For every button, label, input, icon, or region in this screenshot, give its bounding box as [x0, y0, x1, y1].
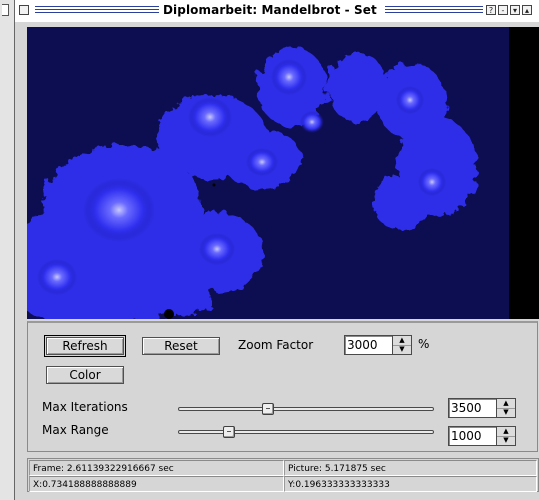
- minimize-icon[interactable]: -: [498, 5, 508, 15]
- zoom-factor-input[interactable]: 3000: [344, 335, 393, 355]
- max-iterations-input[interactable]: 3500: [448, 398, 497, 418]
- color-button[interactable]: Color: [46, 366, 124, 384]
- mandelbrot-canvas[interactable]: [27, 27, 539, 319]
- max-range-slider-track[interactable]: [178, 430, 434, 434]
- title-stripes-right: [385, 6, 483, 15]
- refresh-button[interactable]: Refresh: [44, 335, 126, 357]
- max-iterations-label: Max Iterations: [42, 400, 128, 414]
- max-range-label: Max Range: [42, 423, 109, 437]
- zoom-unit-label: %: [418, 337, 430, 351]
- range-up-arrow-icon[interactable]: ▲: [497, 427, 515, 436]
- window-title: Diplomarbeit: Mandelbrot - Set: [163, 3, 377, 17]
- zoom-down-arrow-icon[interactable]: ▼: [393, 344, 411, 355]
- maximize-icon[interactable]: ▴: [522, 5, 532, 15]
- y-coordinate-status: Y:0.196333333333333: [284, 476, 537, 492]
- zoom-factor-arrows[interactable]: ▲ ▼: [393, 335, 412, 355]
- zoom-factor-spinbox[interactable]: 3000 ▲ ▼: [344, 335, 412, 355]
- x-coordinate-status: X:0.734188888888889: [29, 476, 284, 492]
- range-down-arrow-icon[interactable]: ▼: [497, 435, 515, 446]
- mandelbrot-window: Diplomarbeit: Mandelbrot - Set ? - ▾ ▴ R…: [14, 0, 539, 500]
- max-range-spinbox[interactable]: 1000 ▲ ▼: [448, 426, 516, 446]
- picture-time-status: Picture: 5.171875 sec: [284, 460, 537, 476]
- window-menu-icon[interactable]: [19, 5, 29, 15]
- max-range-slider-handle[interactable]: [223, 426, 236, 438]
- reset-button[interactable]: Reset: [142, 337, 220, 355]
- controls-panel: Refresh Reset Zoom Factor 3000 ▲ ▼ % Col…: [27, 321, 538, 452]
- fractal-image: [27, 27, 539, 319]
- background-window-edge: [0, 0, 15, 500]
- max-range-arrows[interactable]: ▲ ▼: [497, 426, 516, 446]
- max-range-input[interactable]: 1000: [448, 426, 497, 446]
- frame-time-status: Frame: 2.61139322916667 sec: [29, 460, 284, 476]
- max-iterations-arrows[interactable]: ▲ ▼: [497, 398, 516, 418]
- shade-icon[interactable]: ▾: [510, 5, 520, 15]
- iterations-down-arrow-icon[interactable]: ▼: [497, 407, 515, 418]
- title-bar[interactable]: Diplomarbeit: Mandelbrot - Set ? - ▾ ▴: [15, 0, 539, 22]
- max-iterations-slider-track[interactable]: [178, 407, 434, 411]
- zoom-factor-label: Zoom Factor: [238, 338, 314, 352]
- background-window-edge-marker: [2, 4, 9, 16]
- max-iterations-slider-handle[interactable]: [261, 403, 274, 415]
- title-stripes-left: [35, 6, 159, 15]
- max-iterations-spinbox[interactable]: 3500 ▲ ▼: [448, 398, 516, 418]
- zoom-up-arrow-icon[interactable]: ▲: [393, 336, 411, 345]
- iterations-up-arrow-icon[interactable]: ▲: [497, 399, 515, 408]
- status-bar: Frame: 2.61139322916667 sec Picture: 5.1…: [27, 458, 539, 492]
- help-icon[interactable]: ?: [486, 5, 496, 15]
